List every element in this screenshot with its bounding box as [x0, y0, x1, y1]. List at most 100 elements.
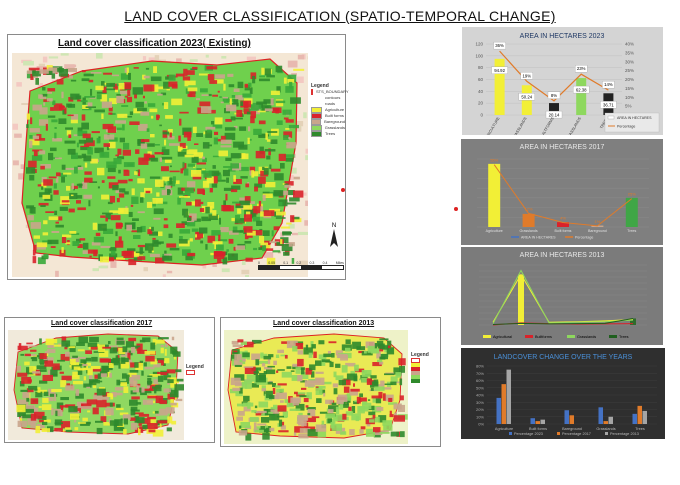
chart-change[interactable]: LANDCOVER CHANGE OVER THE YEARS 0% 10% 20% 3… — [461, 348, 665, 439]
landcover-patch — [339, 403, 344, 410]
chart-2013[interactable]: AREA IN HECTARES 2013 Agricultural Builtfo… — [461, 247, 663, 345]
landcover-patch — [251, 353, 260, 360]
landcover-patch — [288, 242, 293, 247]
landcover-patch — [113, 392, 123, 396]
background-patch — [297, 54, 305, 60]
landcover-patch — [49, 393, 58, 397]
landcover-patch — [179, 229, 191, 234]
landcover-patch — [116, 379, 121, 386]
landcover-patch — [39, 353, 47, 360]
landcover-patch — [273, 226, 280, 231]
landcover-patch — [157, 242, 162, 245]
landcover-patch — [59, 105, 64, 111]
landcover-patch — [70, 413, 80, 420]
landcover-patch — [261, 67, 265, 75]
legend-swatch — [483, 335, 491, 338]
landcover-patch — [276, 370, 279, 373]
bar — [608, 416, 613, 424]
x-tick-label: Grasslands — [520, 229, 538, 233]
landcover-patch — [77, 166, 84, 170]
y-tick-label: 0 — [480, 113, 483, 118]
landcover-patch — [115, 120, 126, 124]
map-2013[interactable] — [224, 330, 408, 444]
landcover-patch — [278, 419, 283, 427]
landcover-patch — [159, 157, 162, 162]
landcover-patch — [228, 238, 234, 244]
bar — [642, 410, 647, 424]
landcover-patch — [201, 106, 212, 114]
landcover-patch — [157, 420, 168, 424]
landcover-patch — [248, 126, 251, 132]
landcover-patch — [262, 245, 267, 252]
landcover-patch — [270, 139, 278, 144]
landcover-patch — [297, 375, 303, 382]
data-label: 36.71 — [603, 103, 614, 108]
landcover-patch — [179, 146, 183, 151]
landcover-patch — [273, 190, 284, 197]
landcover-patch — [197, 188, 205, 195]
landcover-patch — [169, 247, 180, 251]
landcover-patch — [295, 367, 301, 374]
landcover-patch — [164, 358, 170, 364]
landcover-patch — [179, 196, 190, 198]
landcover-patch — [232, 230, 244, 233]
landcover-patch — [212, 241, 223, 245]
scale-label: 0 — [258, 261, 260, 265]
landcover-patch — [399, 395, 404, 401]
chart-2017[interactable]: AREA IN HECTARES 2017 Agriculture Grasslan… — [461, 139, 663, 245]
landcover-patch — [323, 353, 332, 358]
bar — [598, 407, 603, 424]
landcover-patch — [17, 420, 27, 427]
landcover-patch — [42, 421, 48, 425]
landcover-patch — [33, 150, 38, 157]
map-2017-frame: Land cover classification 2017 Legend — [4, 317, 215, 443]
landcover-patch — [166, 369, 176, 374]
landcover-patch — [251, 170, 255, 178]
scale-bar: 0 0.05 0.1 0.2 0.3 0.4 Miles — [258, 261, 344, 270]
landcover-patch — [84, 177, 93, 183]
landcover-patch — [270, 168, 281, 172]
landcover-patch — [116, 95, 124, 104]
landcover-patch — [360, 426, 366, 430]
landcover-patch — [187, 163, 195, 167]
landcover-patch — [379, 338, 389, 341]
landcover-patch — [264, 108, 273, 112]
landcover-patch — [116, 198, 120, 203]
landcover-patch — [293, 68, 305, 71]
landcover-patch — [247, 137, 250, 144]
landcover-patch — [399, 378, 403, 386]
landcover-patch — [108, 257, 114, 262]
landcover-patch — [260, 352, 264, 359]
landcover-patch — [319, 411, 328, 414]
landcover-patch — [328, 341, 337, 344]
landcover-patch — [305, 405, 309, 408]
landcover-patch — [95, 232, 101, 237]
landcover-patch — [374, 343, 378, 349]
landcover-patch — [373, 427, 381, 433]
map-2017[interactable] — [8, 330, 184, 440]
landcover-patch — [271, 107, 282, 113]
landcover-patch — [153, 379, 159, 385]
landcover-patch — [297, 350, 303, 355]
landcover-patch — [196, 98, 200, 101]
y2-tick-label: 25% — [625, 68, 634, 73]
x-tick-label: GRASSLANDS — [566, 116, 583, 135]
landcover-patch — [140, 143, 148, 149]
percent-label: 4% — [560, 215, 566, 220]
landcover-patch — [258, 176, 266, 184]
landcover-patch — [255, 410, 267, 414]
landcover-patch — [152, 237, 156, 240]
map-2023[interactable] — [12, 53, 308, 277]
landcover-patch — [235, 245, 245, 250]
x-tick-label: Agriculture — [495, 427, 513, 431]
y2-tick-label: 10% — [625, 95, 634, 100]
background-patch — [305, 148, 308, 154]
landcover-patch — [115, 231, 118, 237]
background-patch — [143, 267, 148, 272]
landcover-patch — [154, 144, 160, 146]
chart-2023[interactable]: AREA IN HECTARES 20230204060801001200%5%… — [462, 27, 663, 142]
landcover-patch — [253, 247, 257, 251]
landcover-patch — [96, 388, 106, 396]
landcover-patch — [269, 164, 272, 169]
landcover-patch — [33, 244, 37, 251]
